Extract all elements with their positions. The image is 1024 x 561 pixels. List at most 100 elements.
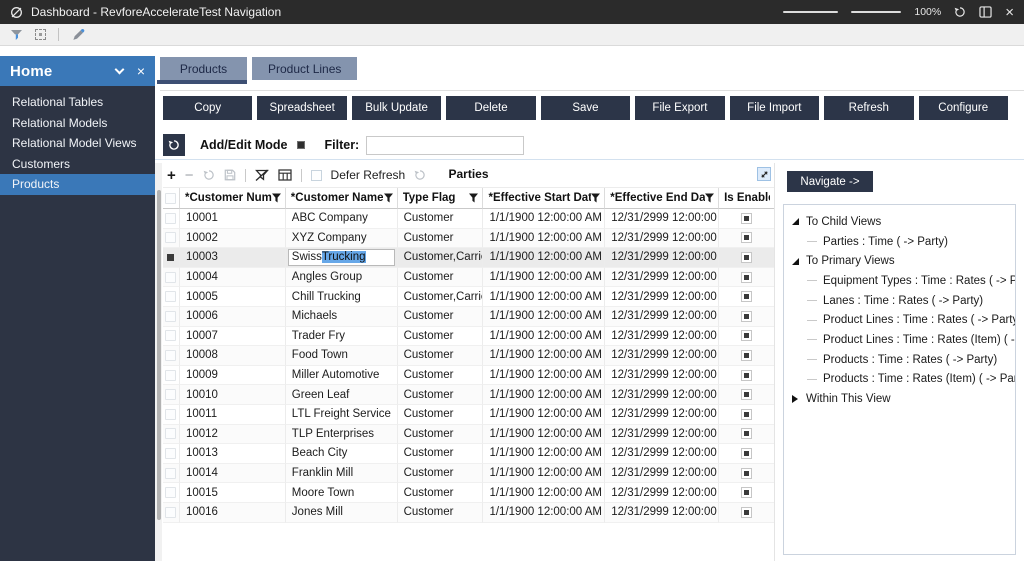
row-checkbox[interactable] [165, 389, 176, 400]
cell-customer-name[interactable]: XYZ Company [286, 229, 398, 249]
cell-is-enabled[interactable] [719, 444, 774, 464]
column-filter-icon[interactable] [272, 193, 281, 203]
customer-name-edit-input[interactable]: Swiss Trucking [288, 249, 395, 266]
cell-effective-end-date[interactable]: 12/31/2999 12:00:00 AM [605, 366, 719, 386]
cell-customer-number[interactable]: 10001 [180, 209, 286, 229]
cell-is-enabled[interactable] [719, 229, 774, 249]
defer-refresh-checkbox[interactable] [311, 170, 322, 181]
enabled-checkbox[interactable] [741, 448, 752, 459]
expanded-arrow-icon[interactable] [792, 218, 799, 225]
row-checkbox[interactable] [165, 370, 176, 381]
enabled-checkbox[interactable] [741, 468, 752, 479]
row-header-cell[interactable] [163, 248, 180, 268]
row-checkbox[interactable] [165, 507, 176, 518]
cell-customer-name[interactable]: LTL Freight Service [286, 405, 398, 425]
sidebar-header[interactable]: Home × [0, 56, 155, 86]
cell-is-enabled[interactable] [719, 307, 774, 327]
cell-effective-end-date[interactable]: 12/31/2999 12:00:00 AM [605, 444, 719, 464]
cell-type-flag[interactable]: Customer [398, 229, 484, 249]
cell-type-flag[interactable]: Customer [398, 464, 484, 484]
button-refresh[interactable]: Refresh [824, 96, 913, 120]
column-header-effective-start-date[interactable]: *Effective Start Date [483, 188, 605, 209]
enabled-checkbox[interactable] [741, 350, 752, 361]
navigate-button[interactable]: Navigate -> [787, 171, 873, 192]
cell-is-enabled[interactable] [719, 268, 774, 288]
cell-is-enabled[interactable] [719, 464, 774, 484]
row-header-cell[interactable] [163, 464, 180, 484]
enabled-checkbox[interactable] [741, 428, 752, 439]
enabled-checkbox[interactable] [741, 311, 752, 322]
enabled-checkbox[interactable] [741, 487, 752, 498]
cell-customer-number[interactable]: 10013 [180, 444, 286, 464]
row-header-cell[interactable] [163, 444, 180, 464]
cell-is-enabled[interactable] [719, 287, 774, 307]
cell-effective-start-date[interactable]: 1/1/1900 12:00:00 AM [483, 464, 605, 484]
row-header-cell[interactable] [163, 209, 180, 229]
column-filter-icon[interactable] [705, 193, 714, 203]
button-delete[interactable]: Delete [446, 96, 535, 120]
cell-customer-name[interactable]: ABC Company [286, 209, 398, 229]
cell-effective-end-date[interactable]: 12/31/2999 12:00:00 AM [605, 209, 719, 229]
filter-input[interactable] [366, 136, 524, 155]
cell-customer-name[interactable]: Chill Trucking [286, 287, 398, 307]
enabled-checkbox[interactable] [741, 213, 752, 224]
enabled-checkbox[interactable] [741, 370, 752, 381]
sidebar-item-relational-models[interactable]: Relational Models [0, 113, 155, 134]
column-header-type-flag[interactable]: Type Flag [398, 188, 484, 209]
cell-is-enabled[interactable] [719, 385, 774, 405]
cell-customer-name[interactable]: Green Leaf [286, 385, 398, 405]
cell-type-flag[interactable]: Customer [398, 307, 484, 327]
column-filter-icon[interactable] [469, 193, 478, 203]
sidebar-item-products[interactable]: Products [0, 174, 155, 195]
table-row[interactable]: 10014Franklin MillCustomer1/1/1900 12:00… [163, 464, 774, 484]
collapsed-arrow-icon[interactable] [792, 395, 798, 403]
cell-customer-number[interactable]: 10006 [180, 307, 286, 327]
cell-customer-number[interactable]: 10005 [180, 287, 286, 307]
cell-effective-start-date[interactable]: 1/1/1900 12:00:00 AM [483, 483, 605, 503]
cell-is-enabled[interactable] [719, 327, 774, 347]
button-file-import[interactable]: File Import [730, 96, 819, 120]
cell-effective-end-date[interactable]: 12/31/2999 12:00:00 AM [605, 287, 719, 307]
cell-effective-start-date[interactable]: 1/1/1900 12:00:00 AM [483, 405, 605, 425]
select-all-checkbox[interactable] [165, 193, 176, 204]
enabled-checkbox[interactable] [741, 291, 752, 302]
sidebar-item-relational-model-views[interactable]: Relational Model Views [0, 133, 155, 154]
row-checkbox[interactable] [165, 232, 176, 243]
cell-type-flag[interactable]: Customer,Carrier [398, 248, 484, 268]
row-checkbox[interactable] [165, 213, 176, 224]
refresh-icon[interactable] [954, 6, 966, 18]
field-chooser-icon[interactable] [278, 169, 292, 181]
cell-effective-start-date[interactable]: 1/1/1900 12:00:00 AM [483, 268, 605, 288]
tree-item-within-this-view[interactable]: Within This View [784, 389, 1015, 409]
sidebar-close-icon[interactable]: × [137, 64, 145, 78]
tree-item-product-lines-time-rates-item-party[interactable]: Product Lines : Time : Rates (Item) ( ->… [784, 330, 1015, 350]
cell-effective-end-date[interactable]: 12/31/2999 12:00:00 AM [605, 268, 719, 288]
cell-type-flag[interactable]: Customer [398, 385, 484, 405]
cell-customer-name[interactable]: Angles Group [286, 268, 398, 288]
filter-icon[interactable] [10, 29, 23, 41]
table-row[interactable]: 10003Swiss TruckingCustomer,Carrier1/1/1… [163, 248, 774, 268]
button-copy[interactable]: Copy [163, 96, 252, 120]
select-all-cell[interactable] [163, 188, 180, 209]
table-row[interactable]: 10002XYZ CompanyCustomer1/1/1900 12:00:0… [163, 229, 774, 249]
cell-customer-name[interactable]: Michaels [286, 307, 398, 327]
column-header-is-enabled[interactable]: Is Enabled [719, 188, 774, 209]
scrollbar-thumb[interactable] [157, 190, 161, 520]
cell-is-enabled[interactable] [719, 209, 774, 229]
cell-is-enabled[interactable] [719, 503, 774, 523]
cell-customer-number[interactable]: 10010 [180, 385, 286, 405]
chevron-down-icon[interactable] [114, 65, 124, 75]
cell-effective-end-date[interactable]: 12/31/2999 12:00:00 AM [605, 405, 719, 425]
cell-effective-end-date[interactable]: 12/31/2999 12:00:00 AM [605, 483, 719, 503]
cell-effective-start-date[interactable]: 1/1/1900 12:00:00 AM [483, 307, 605, 327]
button-spreadsheet[interactable]: Spreadsheet [257, 96, 346, 120]
table-row[interactable]: 10011LTL Freight ServiceCustomer1/1/1900… [163, 405, 774, 425]
sidebar-item-customers[interactable]: Customers [0, 154, 155, 175]
table-row[interactable]: 10004Angles GroupCustomer1/1/1900 12:00:… [163, 268, 774, 288]
enabled-checkbox[interactable] [741, 252, 752, 263]
table-row[interactable]: 10007Trader FryCustomer1/1/1900 12:00:00… [163, 327, 774, 347]
row-header-cell[interactable] [163, 483, 180, 503]
cell-customer-name[interactable]: Moore Town [286, 483, 398, 503]
tab-product-lines[interactable]: Product Lines [252, 57, 357, 80]
enabled-checkbox[interactable] [741, 389, 752, 400]
